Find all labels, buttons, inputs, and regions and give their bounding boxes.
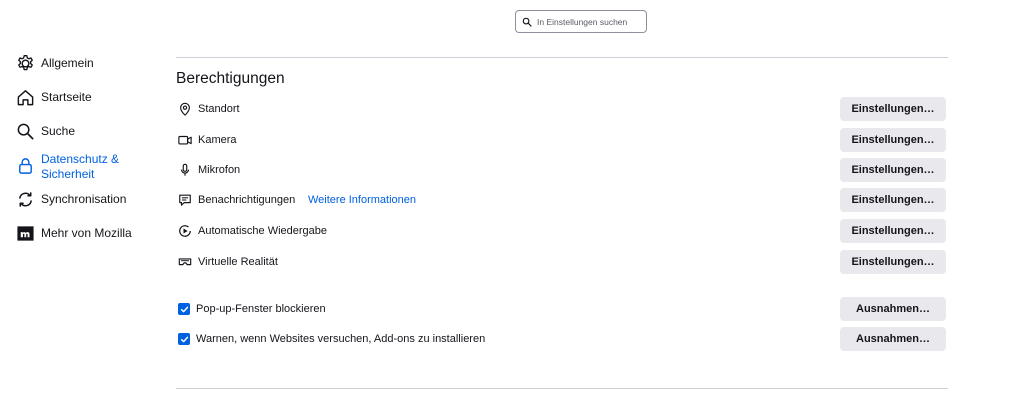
sidebar-item-mehr-von-mozilla[interactable]: Mehr von Mozilla [16,222,141,243]
mozilla-icon [16,224,35,243]
popup-block-checkbox[interactable] [178,303,190,315]
permission-row-benachrichtigungen: Benachrichtigungen Weitere Informationen… [176,188,946,213]
popup-exceptions-button[interactable]: Ausnahmen… [840,297,946,321]
permission-row-autoplay: Automatische Wiedergabe Einstellungen… [176,219,946,244]
sidebar-item-label: Suche [41,124,76,138]
search-input[interactable] [537,16,645,27]
camera-icon [178,133,192,147]
autoplay-icon [178,224,192,238]
addon-exceptions-button[interactable]: Ausnahmen… [840,327,946,351]
sidebar-item-label: Startseite [41,90,92,104]
autoplay-settings-button[interactable]: Einstellungen… [840,219,946,243]
permission-label: Benachrichtigungen [198,194,296,206]
learn-more-link[interactable]: Weitere Informationen [308,194,416,206]
settings-search-box[interactable] [515,10,647,33]
checkmark-icon [180,306,188,312]
sidebar-item-startseite[interactable]: Startseite [16,86,141,107]
divider-bottom [176,388,948,389]
sidebar-item-allgemein[interactable]: Allgemein [16,52,141,73]
permission-label: Standort [198,103,240,115]
permission-label: Automatische Wiedergabe [198,225,328,237]
sidebar-item-synchronisation[interactable]: Synchronisation [16,188,141,209]
kamera-settings-button[interactable]: Einstellungen… [840,128,946,152]
sidebar-item-suche[interactable]: Suche [16,120,141,141]
checkbox-label: Warnen, wenn Websites versuchen, Add-ons… [196,333,486,345]
notification-icon [178,193,192,207]
lock-icon [16,156,35,175]
gear-icon [16,54,35,73]
location-icon [178,102,192,116]
microphone-icon [178,163,192,177]
sidebar-item-label: Datenschutz & Sicherheit [41,152,120,181]
permission-row-kamera: Kamera Einstellungen… [176,128,946,153]
permission-row-standort: Standort Einstellungen… [176,97,946,122]
sidebar-item-label: Mehr von Mozilla [41,226,132,240]
search-icon [522,17,532,27]
search-icon [16,122,35,141]
standort-settings-button[interactable]: Einstellungen… [840,97,946,121]
home-icon [16,88,35,107]
sidebar-item-label: Allgemein [41,56,94,70]
permission-label: Virtuelle Realität [198,256,278,268]
checkbox-row-addons: Warnen, wenn Websites versuchen, Add-ons… [176,327,946,352]
sidebar-item-datenschutz[interactable]: Datenschutz & Sicherheit [16,148,141,182]
sidebar-item-label: Synchronisation [41,192,127,206]
permission-label: Mikrofon [198,164,241,176]
permission-label: Kamera [198,134,237,146]
mikrofon-settings-button[interactable]: Einstellungen… [840,158,946,182]
divider-top [176,57,948,58]
sync-icon [16,190,35,209]
section-title: Berechtigungen [176,70,285,87]
checkbox-row-popups: Pop-up-Fenster blockieren Ausnahmen… [176,297,946,322]
vr-settings-button[interactable]: Einstellungen… [840,250,946,274]
benachrichtigungen-settings-button[interactable]: Einstellungen… [840,188,946,212]
vr-icon [178,255,192,269]
addon-warn-checkbox[interactable] [178,333,190,345]
permission-row-mikrofon: Mikrofon Einstellungen… [176,158,946,183]
permission-row-vr: Virtuelle Realität Einstellungen… [176,250,946,275]
checkbox-label: Pop-up-Fenster blockieren [196,303,326,315]
checkmark-icon [180,336,188,342]
